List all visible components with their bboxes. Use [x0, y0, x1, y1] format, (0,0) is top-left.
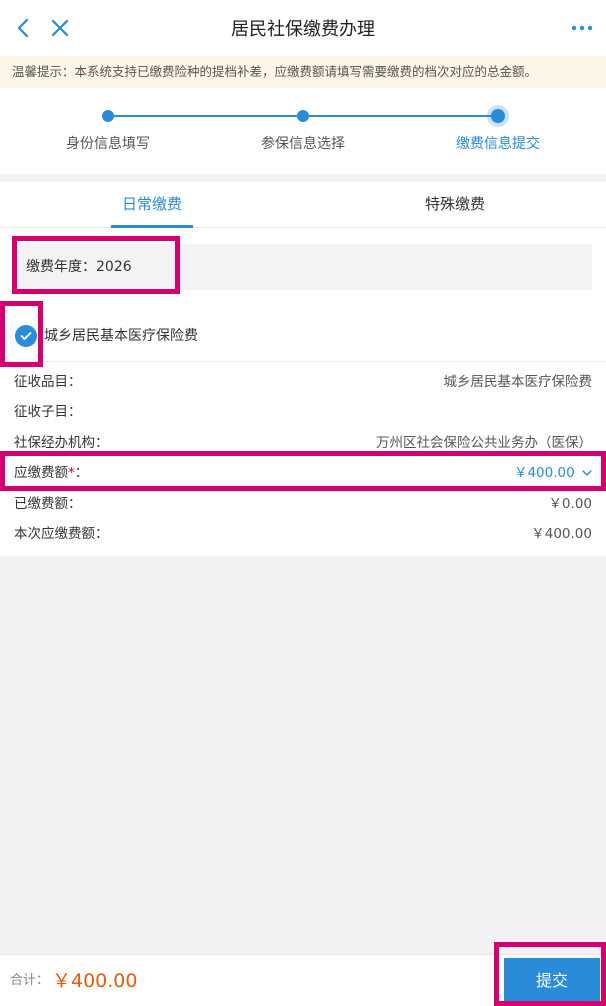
step-dot-2: [297, 110, 309, 122]
agency-row: 社保经办机构： 万州区社会保险公共业务办（医保）: [0, 428, 606, 458]
step-dot-3: [491, 109, 505, 123]
payment-year: 缴费年度：2026: [14, 244, 592, 290]
agency-value: 万州区社会保险公共业务办（医保）: [376, 435, 592, 451]
amount-key-label: 应缴费额: [14, 465, 68, 481]
paid-row: 已缴费额： ￥0.00: [0, 489, 606, 519]
paid-key: 已缴费额：: [14, 496, 82, 512]
chevron-left-icon: [17, 18, 29, 38]
insurance-checkbox[interactable]: [15, 325, 37, 347]
step-indicator: 身份信息填写 参保信息选择 缴费信息提交: [0, 88, 606, 174]
more-icon: [571, 25, 593, 31]
submit-button[interactable]: 提交: [504, 958, 600, 1004]
amount-key-colon: ：: [74, 465, 89, 481]
notice-banner: 温馨提示：本系统支持已缴费险种的提档补差，应缴费额请填写需要缴费的档次对应的总金…: [0, 56, 606, 88]
insurance-option[interactable]: 城乡居民基本医疗保险费: [0, 310, 606, 362]
total-label: 合计：: [10, 973, 50, 988]
required-mark: *: [68, 465, 75, 481]
current-key: 本次应缴费额：: [14, 526, 109, 542]
total-value: ￥400.00: [52, 970, 138, 992]
current-row: 本次应缴费额： ￥400.00: [0, 519, 606, 549]
item-value: 城乡居民基本医疗保险费: [443, 374, 593, 390]
subitem-key: 征收子目：: [14, 404, 82, 420]
close-icon: [51, 19, 69, 37]
chevron-down-icon: [582, 470, 592, 476]
agency-key: 社保经办机构：: [14, 435, 109, 451]
item-key: 征收品目：: [14, 374, 82, 390]
more-button[interactable]: [564, 10, 600, 46]
bottom-bar: 合计： ￥400.00 提交: [0, 954, 606, 1006]
step-label-3: 缴费信息提交: [456, 136, 540, 152]
item-row: 征收品目： 城乡居民基本医疗保险费: [0, 367, 606, 397]
close-button[interactable]: [42, 10, 78, 46]
amount-key: 应缴费额*：: [14, 458, 88, 488]
checkmark-icon: [20, 332, 32, 340]
payment-form: 缴费年度：2026 城乡居民基本医疗保险费 征收品目： 城乡居民基本医疗保险费 …: [0, 228, 606, 556]
page-title: 居民社保缴费办理: [231, 19, 375, 40]
tab-daily-payment[interactable]: 日常缴费: [52, 182, 252, 228]
nav-bar: 居民社保缴费办理: [0, 0, 606, 56]
amount-row[interactable]: 应缴费额*： ￥400.00: [0, 458, 606, 488]
insurance-name: 城乡居民基本医疗保险费: [44, 328, 198, 344]
step-dot-1: [102, 110, 114, 122]
paid-value: ￥0.00: [548, 496, 592, 512]
tab-special-payment[interactable]: 特殊缴费: [355, 182, 555, 228]
payment-tabs: 日常缴费 特殊缴费: [0, 182, 606, 228]
step-label-2: 参保信息选择: [261, 136, 345, 152]
subitem-row: 征收子目：: [0, 397, 606, 427]
current-value: ￥400.00: [531, 526, 592, 542]
back-button[interactable]: [6, 10, 42, 46]
step-label-1: 身份信息填写: [66, 136, 150, 152]
amount-select[interactable]: ￥400.00: [514, 458, 592, 488]
amount-value: ￥400.00: [513, 465, 575, 481]
